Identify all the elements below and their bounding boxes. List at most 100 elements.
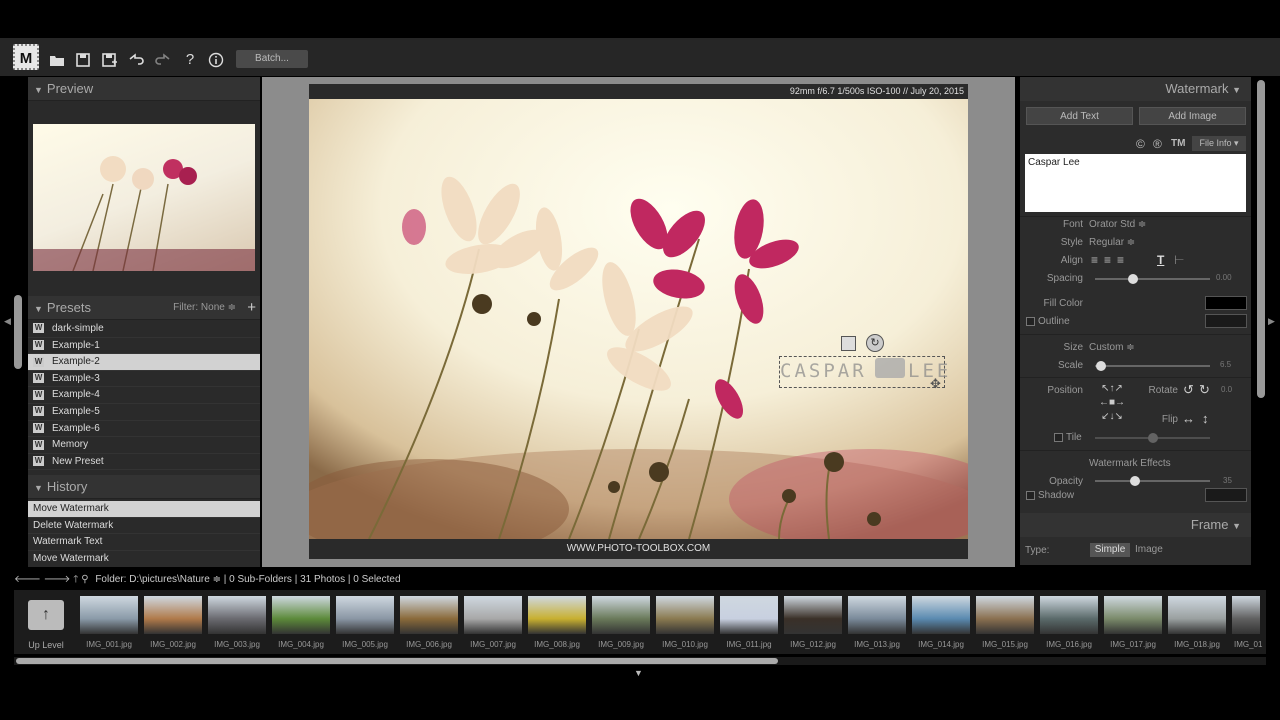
- letter-spacing-icon[interactable]: ⊢: [1174, 253, 1184, 267]
- watermark-rotate-handle-icon[interactable]: ↻: [866, 334, 884, 352]
- history-item[interactable]: Move Watermark: [28, 551, 260, 565]
- batch-button[interactable]: Batch...: [236, 50, 308, 68]
- scale-slider-knob[interactable]: [1096, 361, 1106, 371]
- history-header[interactable]: ▼ History: [28, 475, 260, 499]
- size-select[interactable]: Custom ≑: [1089, 342, 1135, 353]
- trademark-symbol-icon[interactable]: TM: [1171, 138, 1185, 149]
- preset-item[interactable]: W Example-5: [28, 404, 260, 421]
- rotate-ccw-icon[interactable]: ↺: [1183, 382, 1194, 398]
- file-info-dropdown[interactable]: File Info ▾: [1192, 136, 1246, 151]
- history-item[interactable]: Watermark Text: [28, 534, 260, 551]
- preset-item[interactable]: W Memory: [28, 437, 260, 454]
- thumbnail-image[interactable]: [80, 596, 138, 634]
- watermark-text-input[interactable]: Caspar Lee: [1025, 154, 1246, 212]
- forward-arrow-icon[interactable]: 🡒: [44, 574, 71, 585]
- collapse-left-arrow-icon[interactable]: ◀: [4, 316, 11, 327]
- thumbnail-image[interactable]: [1168, 596, 1226, 634]
- collapse-right-arrow-icon[interactable]: ▶: [1268, 316, 1275, 327]
- frame-type-image[interactable]: Image: [1135, 544, 1163, 555]
- thumbnail-image[interactable]: [720, 596, 778, 634]
- tile-slider-knob[interactable]: [1148, 433, 1158, 443]
- watermark-header[interactable]: Watermark ▼: [1020, 77, 1251, 101]
- thumbnail-label: IMG_007.jpg: [470, 640, 516, 649]
- thumbnail-label: IMG_006.jpg: [406, 640, 452, 649]
- rotate-cw-icon[interactable]: ↻: [1199, 382, 1210, 398]
- outline-color-swatch[interactable]: [1205, 314, 1247, 328]
- frame-type-simple[interactable]: Simple: [1090, 543, 1130, 557]
- right-panel-scrollbar[interactable]: [1257, 80, 1265, 398]
- font-select[interactable]: Orator Std ≑: [1089, 219, 1146, 230]
- frame-header[interactable]: Frame ▼: [1020, 513, 1251, 537]
- opacity-slider[interactable]: [1095, 476, 1210, 486]
- thumbnail-image[interactable]: [208, 596, 266, 634]
- preset-item[interactable]: W Example-2: [28, 354, 260, 371]
- watermark-selection-box[interactable]: CASPAR LEE: [779, 356, 948, 388]
- thumbnail-image[interactable]: [1104, 596, 1162, 634]
- thumbnail-image[interactable]: [400, 596, 458, 634]
- thumbnail-image[interactable]: [784, 596, 842, 634]
- add-image-button[interactable]: Add Image: [1139, 107, 1246, 125]
- spacing-slider-knob[interactable]: [1128, 274, 1138, 284]
- outline-checkbox[interactable]: [1026, 317, 1035, 326]
- thumbnail-image[interactable]: [976, 596, 1034, 634]
- left-panel-resize-handle[interactable]: [14, 295, 22, 369]
- thumbnail-image[interactable]: [464, 596, 522, 634]
- tile-slider[interactable]: [1095, 433, 1210, 443]
- spacing-slider[interactable]: [1095, 274, 1210, 284]
- filmstrip-scroll-thumb[interactable]: [16, 658, 778, 664]
- thumbnail-image[interactable]: [1040, 596, 1098, 634]
- thumbnail-image[interactable]: [336, 596, 394, 634]
- preset-item[interactable]: W Example-3: [28, 371, 260, 388]
- text-style-icon[interactable]: T: [1157, 253, 1164, 267]
- search-icon[interactable]: ⚲: [81, 574, 88, 585]
- preview-header[interactable]: ▼ Preview: [28, 77, 260, 101]
- thumbnail-image[interactable]: [848, 596, 906, 634]
- history-item[interactable]: Move Watermark: [28, 501, 260, 518]
- thumbnail-image[interactable]: [1232, 596, 1260, 634]
- opacity-slider-knob[interactable]: [1130, 476, 1140, 486]
- copyright-symbol-icon[interactable]: ©: [1136, 137, 1145, 151]
- save-as-icon[interactable]: [100, 51, 118, 69]
- save-icon[interactable]: [74, 51, 92, 69]
- preset-item[interactable]: W Example-4: [28, 387, 260, 404]
- help-icon[interactable]: ?: [181, 51, 199, 69]
- tile-checkbox[interactable]: [1054, 433, 1063, 442]
- thumbnail-image[interactable]: [272, 596, 330, 634]
- add-preset-icon[interactable]: +: [247, 296, 256, 320]
- add-text-button[interactable]: Add Text: [1026, 107, 1133, 125]
- back-arrow-icon[interactable]: 🡐: [14, 574, 41, 585]
- presets-filter[interactable]: Filter: None ≑: [173, 296, 236, 320]
- history-item[interactable]: Delete Watermark: [28, 518, 260, 535]
- presets-header[interactable]: ▼ Presets Filter: None ≑ +: [28, 296, 260, 320]
- style-select[interactable]: Regular ≑: [1089, 237, 1135, 248]
- thumbnail-image[interactable]: [592, 596, 650, 634]
- align-left-center-right-icons[interactable]: ≡≡≡: [1091, 253, 1130, 267]
- up-level-folder-icon[interactable]: ↑: [28, 600, 64, 630]
- preset-item[interactable]: W Example-1: [28, 338, 260, 355]
- shadow-checkbox[interactable]: [1026, 491, 1035, 500]
- watermark-fit-icon[interactable]: [841, 336, 856, 351]
- redo-icon[interactable]: [154, 51, 172, 69]
- registered-symbol-icon[interactable]: ®: [1153, 137, 1162, 151]
- thumbnail-image[interactable]: [656, 596, 714, 634]
- shadow-color-swatch[interactable]: [1205, 488, 1247, 502]
- scale-slider[interactable]: [1095, 361, 1210, 371]
- collapse-down-arrow-icon[interactable]: ▼: [634, 668, 643, 678]
- up-arrow-icon[interactable]: 🡑: [73, 574, 78, 585]
- thumbnail-label: IMG_001.jpg: [86, 640, 132, 649]
- undo-icon[interactable]: [127, 51, 145, 69]
- thumbnail-image[interactable]: [144, 596, 202, 634]
- preset-label: dark-simple: [52, 323, 104, 334]
- position-grid-icon[interactable]: ↖↑↗ ←■→ ↙↓↘: [1091, 382, 1133, 424]
- preset-item[interactable]: W New Preset: [28, 454, 260, 471]
- fill-color-swatch[interactable]: [1205, 296, 1247, 310]
- preset-item[interactable]: Wdark-simple: [28, 321, 260, 338]
- preset-item[interactable]: W Example-6: [28, 421, 260, 438]
- info-icon[interactable]: [207, 51, 225, 69]
- thumbnail-image[interactable]: [528, 596, 586, 634]
- flip-horizontal-icon[interactable]: ↔: [1182, 411, 1195, 426]
- flip-vertical-icon[interactable]: ↕: [1202, 411, 1209, 426]
- folder-open-icon[interactable]: [48, 51, 66, 69]
- thumbnail-image[interactable]: [912, 596, 970, 634]
- up-level-label[interactable]: Up Level: [14, 640, 78, 650]
